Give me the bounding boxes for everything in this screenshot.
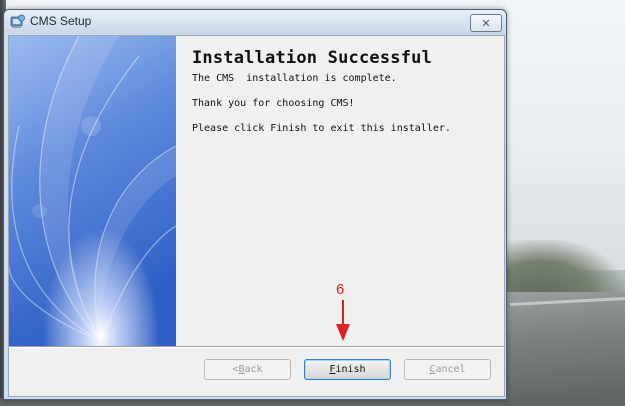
desktop-wallpaper-sky xyxy=(505,0,625,270)
finish-instruction: Please click Finish to exit this install… xyxy=(192,123,451,134)
close-button[interactable]: ✕ xyxy=(470,14,502,32)
dialog-client-area: Installation Successful The CMS installa… xyxy=(8,35,505,397)
setup-dialog: CMS Setup ✕ Installation Successful The … xyxy=(3,9,507,400)
back-button[interactable]: < Back xyxy=(204,359,291,380)
finish-button[interactable]: Finish xyxy=(304,359,391,380)
banner-graphic xyxy=(9,36,176,346)
desktop-wallpaper-road xyxy=(505,292,625,406)
desktop-wallpaper-hills xyxy=(505,240,625,300)
side-banner-image xyxy=(9,36,176,346)
back-button-label: ack xyxy=(244,364,263,375)
finish-button-label: inish xyxy=(335,364,366,375)
page-title: Installation Successful xyxy=(192,48,433,68)
window-title: CMS Setup xyxy=(30,14,92,28)
completion-message: The CMS installation is complete. xyxy=(192,73,397,84)
thank-you-message: Thank you for choosing CMS! xyxy=(192,98,355,109)
cancel-button-label: ancel xyxy=(435,364,466,375)
button-area-divider xyxy=(9,346,504,348)
step-number-annotation: 6 xyxy=(336,281,345,298)
installer-icon xyxy=(10,14,25,28)
title-bar[interactable]: CMS Setup ✕ xyxy=(4,10,506,34)
arrow-down-icon xyxy=(336,300,350,341)
close-icon: ✕ xyxy=(481,16,491,30)
content-area: Installation Successful The CMS installa… xyxy=(192,48,497,134)
cancel-button[interactable]: Cancel xyxy=(404,359,491,380)
